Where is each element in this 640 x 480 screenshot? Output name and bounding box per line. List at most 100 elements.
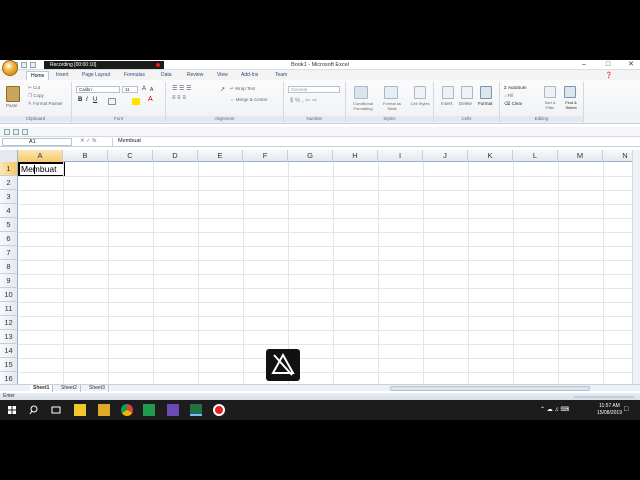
- search-icon[interactable]: [28, 404, 40, 416]
- delete-label[interactable]: Delete: [459, 101, 472, 106]
- borders-icon[interactable]: [108, 98, 116, 105]
- cell-styles-label[interactable]: Cell Styles: [409, 101, 431, 106]
- windows-start-icon[interactable]: [6, 404, 18, 416]
- column-header-l[interactable]: L: [513, 150, 558, 162]
- column-header-i[interactable]: I: [378, 150, 423, 162]
- bold-icon[interactable]: B: [78, 97, 82, 103]
- row-header-4[interactable]: 4: [0, 204, 18, 218]
- tab-insert[interactable]: Insert: [52, 71, 73, 80]
- copy-button[interactable]: ❐ Copy: [28, 93, 44, 99]
- sort-filter-icon[interactable]: [544, 86, 556, 98]
- font-name-select[interactable]: Calibri: [76, 86, 120, 93]
- worksheet-grid[interactable]: ABCDEFGHIJKLMN Membuat 1 2 3 4 5 6 7 8 9 10 11 12 13…: [0, 150, 640, 384]
- column-header-e[interactable]: E: [198, 150, 243, 162]
- row-header-10[interactable]: 10: [0, 288, 18, 302]
- cut-button[interactable]: ✂ Cut: [28, 85, 40, 91]
- row-header-16[interactable]: 16: [0, 372, 18, 384]
- row-header-1[interactable]: 1: [0, 162, 18, 176]
- conditional-formatting-icon[interactable]: [354, 86, 368, 99]
- fx-icon[interactable]: ✕ ✓ fx: [80, 138, 110, 146]
- format-label[interactable]: Format: [478, 101, 492, 106]
- row-header-5[interactable]: 5: [0, 218, 18, 232]
- conditional-formatting-label[interactable]: Conditional Formatting: [348, 101, 378, 111]
- system-tray-icons[interactable]: ⌃ ☁ ♫ ⌨: [540, 406, 569, 413]
- minimize-button[interactable]: –: [578, 61, 590, 69]
- fill-button[interactable]: ↓ Fill: [504, 93, 513, 98]
- align-top-icon[interactable]: ☰ ☰ ☰: [172, 85, 191, 92]
- orientation-icon[interactable]: ↗: [220, 86, 225, 93]
- merge-center-button[interactable]: ⇔ Merge & Center: [230, 97, 268, 102]
- paste-icon[interactable]: [6, 86, 20, 102]
- column-header-j[interactable]: J: [423, 150, 468, 162]
- column-header-m[interactable]: M: [558, 150, 603, 162]
- align-left-icon[interactable]: ≡ ≡ ≡: [172, 95, 186, 101]
- tab-home[interactable]: Home: [26, 71, 50, 80]
- save-icon[interactable]: [4, 129, 10, 135]
- cell-styles-icon[interactable]: [414, 86, 426, 99]
- office-button[interactable]: [2, 60, 18, 76]
- cell-a1-value[interactable]: Membuat: [21, 164, 56, 174]
- app-icon-purple[interactable]: [167, 404, 179, 416]
- tab-page-layout[interactable]: Page Layout: [78, 71, 114, 80]
- chrome-icon[interactable]: [121, 404, 133, 416]
- font-color-icon[interactable]: A: [148, 96, 153, 103]
- number-format-select[interactable]: General: [288, 86, 340, 93]
- task-view-icon[interactable]: [50, 404, 62, 416]
- currency-icon[interactable]: $ % , ⇦ ⇨: [290, 97, 317, 104]
- row-header-6[interactable]: 6: [0, 232, 18, 246]
- sort-filter-label[interactable]: Sort & Filter: [540, 100, 560, 110]
- notifications-icon[interactable]: □: [624, 406, 628, 413]
- row-header-3[interactable]: 3: [0, 190, 18, 204]
- tab-team[interactable]: Team: [271, 71, 291, 80]
- column-header-k[interactable]: K: [468, 150, 513, 162]
- delete-cells-icon[interactable]: [461, 86, 473, 99]
- folder-icon[interactable]: [98, 404, 110, 416]
- tab-view[interactable]: View: [213, 71, 232, 80]
- row-header-8[interactable]: 8: [0, 260, 18, 274]
- underline-icon[interactable]: U: [93, 97, 97, 103]
- file-explorer-icon[interactable]: [74, 404, 86, 416]
- grow-font-icon[interactable]: A: [142, 86, 146, 92]
- vertical-scrollbar[interactable]: [632, 150, 640, 384]
- sheet-tab-2[interactable]: Sheet2: [58, 385, 81, 392]
- column-header-h[interactable]: H: [333, 150, 378, 162]
- font-size-select[interactable]: 11: [122, 86, 138, 93]
- help-icon[interactable]: ❓: [605, 72, 612, 79]
- row-header-2[interactable]: 2: [0, 176, 18, 190]
- tab-review[interactable]: Review: [183, 71, 207, 80]
- excel-taskbar-icon[interactable]: [190, 404, 202, 416]
- column-header-d[interactable]: D: [153, 150, 198, 162]
- preview-icon[interactable]: [22, 129, 28, 135]
- italic-icon[interactable]: I: [86, 97, 88, 103]
- maximize-button[interactable]: □: [602, 61, 614, 69]
- row-header-7[interactable]: 7: [0, 246, 18, 260]
- column-header-c[interactable]: C: [108, 150, 153, 162]
- column-header-g[interactable]: G: [288, 150, 333, 162]
- select-all-corner[interactable]: [0, 150, 18, 162]
- row-header-14[interactable]: 14: [0, 344, 18, 358]
- shrink-font-icon[interactable]: A: [150, 87, 153, 93]
- insert-cells-icon[interactable]: [442, 86, 454, 99]
- recorder-taskbar-icon[interactable]: [213, 404, 225, 416]
- autosum-button[interactable]: Σ AutoSum: [504, 85, 527, 90]
- format-table-label[interactable]: Format as Table: [379, 101, 405, 111]
- format-painter-button[interactable]: ✎ Format Painter: [28, 101, 63, 107]
- row-header-9[interactable]: 9: [0, 274, 18, 288]
- column-header-f[interactable]: F: [243, 150, 288, 162]
- print-icon[interactable]: [13, 129, 19, 135]
- zoom-slider[interactable]: [574, 396, 634, 398]
- paste-label[interactable]: Paste: [6, 103, 18, 108]
- app-icon-green[interactable]: [143, 404, 155, 416]
- insert-label[interactable]: Insert: [441, 101, 452, 106]
- sheet-tab-3[interactable]: Sheet3: [86, 385, 109, 392]
- column-header-b[interactable]: B: [63, 150, 108, 162]
- row-header-13[interactable]: 13: [0, 330, 18, 344]
- name-box[interactable]: A1: [2, 138, 72, 146]
- clear-button[interactable]: ⌫ Clear: [504, 101, 522, 107]
- column-header-a[interactable]: A: [18, 150, 63, 162]
- tab-add-ins[interactable]: Add-Ins: [237, 71, 262, 80]
- format-table-icon[interactable]: [384, 86, 398, 99]
- format-cells-icon[interactable]: [480, 86, 492, 99]
- formula-input[interactable]: Membuat: [112, 138, 632, 146]
- clock[interactable]: 11:57 AM 15/08/2019: [597, 403, 622, 417]
